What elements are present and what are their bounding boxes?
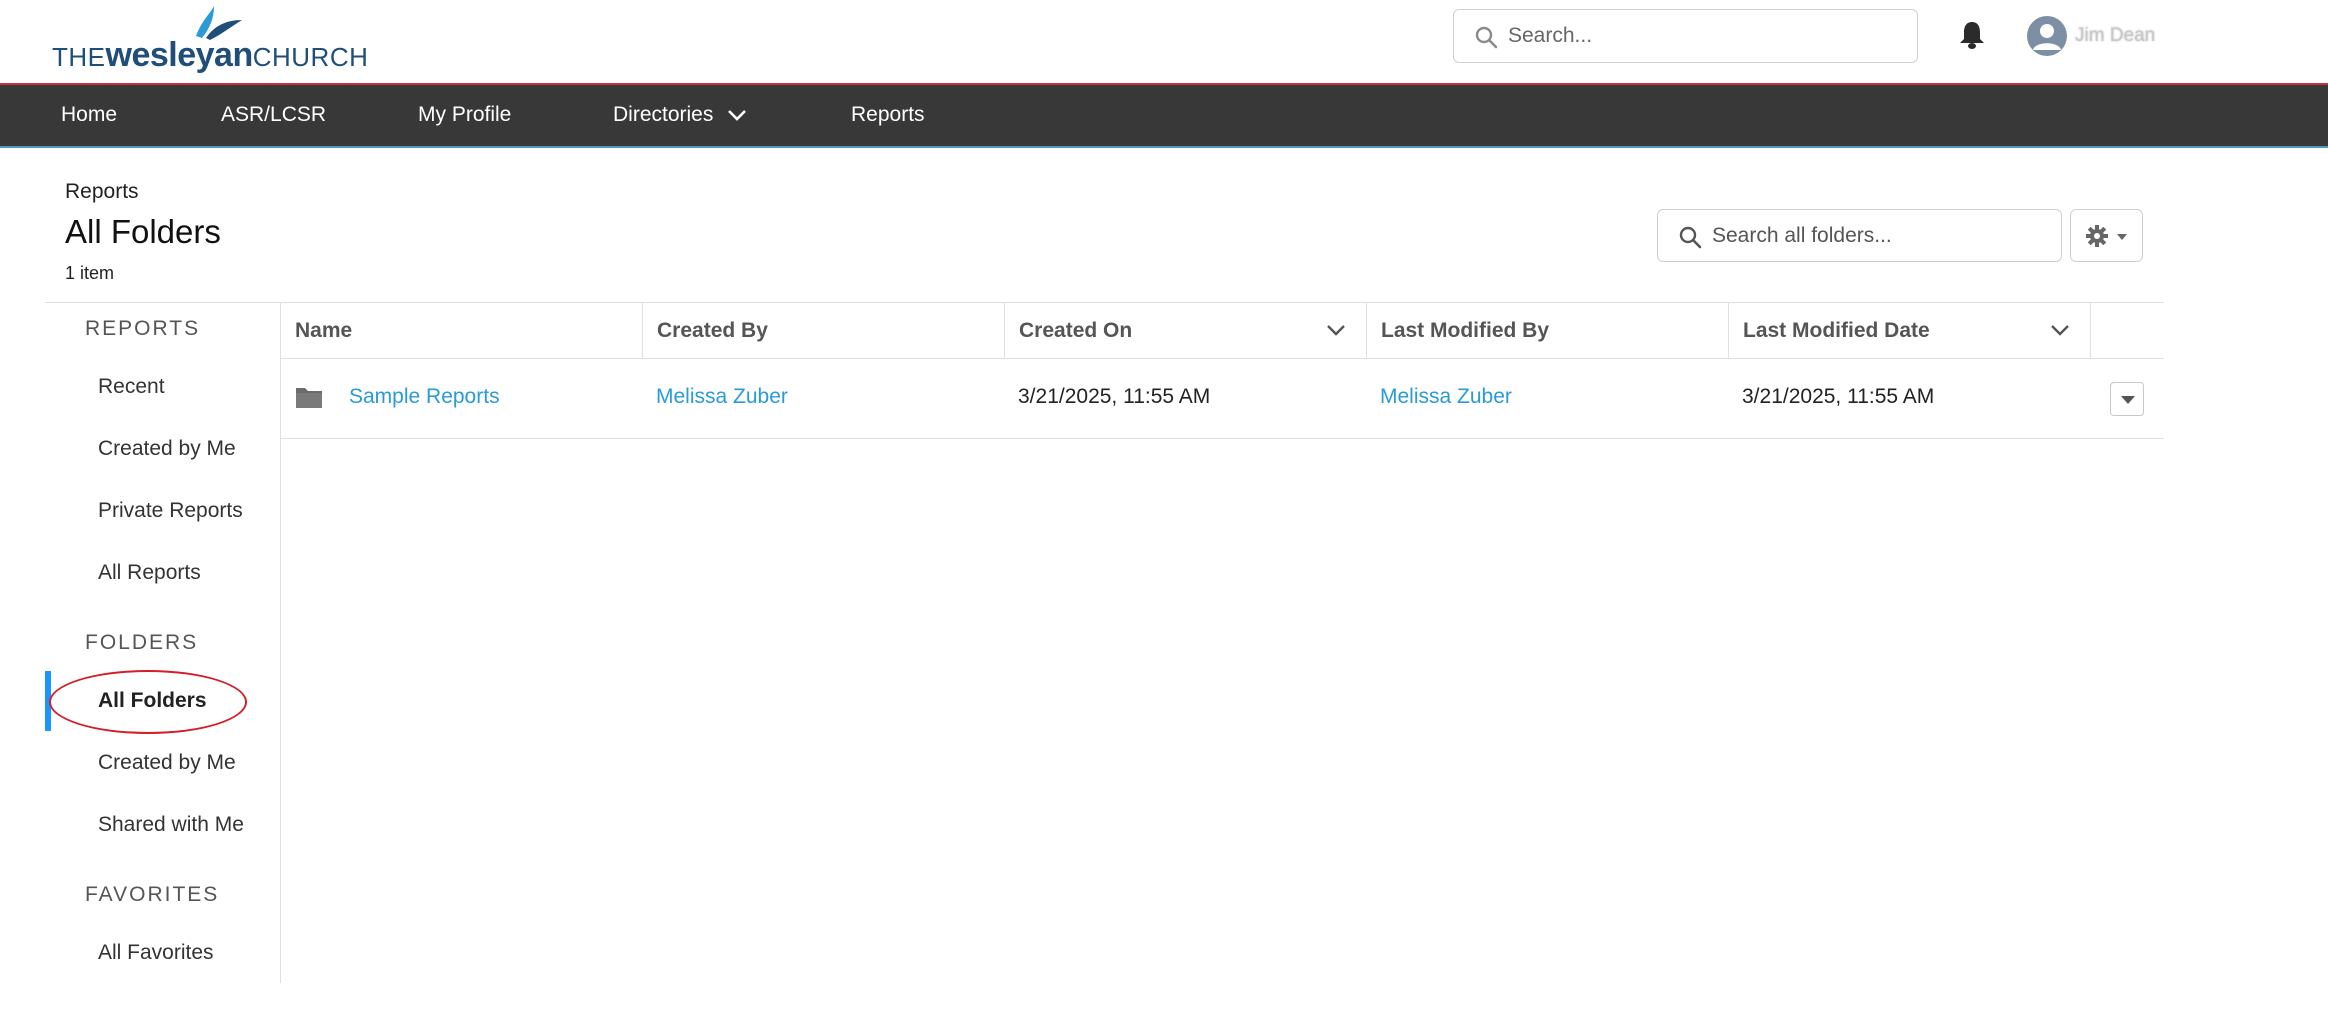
sidebar-heading-reports: REPORTS xyxy=(85,317,201,340)
nav-directories[interactable]: Directories xyxy=(613,103,747,127)
breadcrumb: Reports xyxy=(65,180,139,203)
column-header-created-by[interactable]: Created By xyxy=(643,303,1005,359)
folder-icon xyxy=(296,388,322,408)
nav-my-profile[interactable]: My Profile xyxy=(418,103,511,127)
sidebar-item-created-by-me-reports[interactable]: Created by Me xyxy=(98,437,236,461)
search-icon xyxy=(1679,226,1702,249)
site-header: THEwesleyanCHURCH Jim Dean xyxy=(0,0,2328,85)
column-header-created-on[interactable]: Created On xyxy=(1005,303,1367,359)
sidebar-item-all-favorites[interactable]: All Favorites xyxy=(98,941,214,965)
sort-chevron-icon[interactable] xyxy=(1326,323,1346,337)
highlight-circle xyxy=(49,670,247,734)
bird-logo-icon xyxy=(196,6,242,40)
global-search[interactable] xyxy=(1453,9,1918,63)
wesleyan-church-logo[interactable]: THEwesleyanCHURCH xyxy=(52,6,368,74)
avatar-icon xyxy=(2027,16,2067,56)
sort-chevron-icon[interactable] xyxy=(2050,323,2070,337)
sidebar-heading-favorites: FAVORITES xyxy=(85,883,220,906)
sidebar-item-recent[interactable]: Recent xyxy=(98,375,165,399)
row-actions-button[interactable] xyxy=(2110,382,2144,416)
sidebar-item-shared-with-me[interactable]: Shared with Me xyxy=(98,813,244,837)
nav-home[interactable]: Home xyxy=(61,103,117,127)
logo-the: THE xyxy=(52,42,106,72)
folder-name-link[interactable]: Sample Reports xyxy=(349,385,500,409)
item-count: 1 item xyxy=(65,263,115,283)
page-title: All Folders xyxy=(65,213,221,250)
settings-button[interactable] xyxy=(2070,209,2143,262)
folder-sidebar: REPORTS Recent Created by Me Private Rep… xyxy=(45,302,281,983)
sidebar-item-private-reports[interactable]: Private Reports xyxy=(98,499,243,523)
sidebar-item-all-reports[interactable]: All Reports xyxy=(98,561,201,585)
column-header-last-modified-date[interactable]: Last Modified Date xyxy=(1729,303,2091,359)
nav-reports[interactable]: Reports xyxy=(851,103,925,127)
chevron-down-icon xyxy=(728,110,747,122)
sidebar-item-created-by-me-folders[interactable]: Created by Me xyxy=(98,751,236,775)
last-modified-date-value: 3/21/2025, 11:55 AM xyxy=(1742,385,1935,408)
table-header: Name Created By Created On Last Modified… xyxy=(281,302,2164,359)
gear-icon xyxy=(2086,225,2127,247)
sidebar-heading-folders: FOLDERS xyxy=(85,631,199,654)
nav-asr-lcsr[interactable]: ASR/LCSR xyxy=(221,103,326,127)
column-header-last-modified-by[interactable]: Last Modified By xyxy=(1367,303,1729,359)
nav-directories-label: Directories xyxy=(613,103,714,126)
folder-search[interactable] xyxy=(1657,209,2062,262)
user-name: Jim Dean xyxy=(2075,25,2156,46)
logo-church: CHURCH xyxy=(252,42,369,72)
table-row: Sample Reports Melissa Zuber 3/21/2025, … xyxy=(281,359,2164,439)
folder-search-input[interactable] xyxy=(1712,220,2047,252)
column-header-name[interactable]: Name xyxy=(281,303,643,359)
notifications-bell-icon[interactable] xyxy=(1958,20,1986,55)
global-search-input[interactable] xyxy=(1508,20,1898,52)
logo-wesleyan: wesleyan xyxy=(105,36,254,74)
dropdown-arrow-icon xyxy=(2121,396,2135,404)
created-by-link[interactable]: Melissa Zuber xyxy=(656,385,788,409)
main-nav: Home ASR/LCSR My Profile Directories Rep… xyxy=(0,85,2328,148)
search-icon xyxy=(1475,26,1498,49)
created-on-value: 3/21/2025, 11:55 AM xyxy=(1018,385,1211,408)
folders-table: Name Created By Created On Last Modified… xyxy=(281,302,2164,439)
last-modified-by-link[interactable]: Melissa Zuber xyxy=(1380,385,1512,409)
